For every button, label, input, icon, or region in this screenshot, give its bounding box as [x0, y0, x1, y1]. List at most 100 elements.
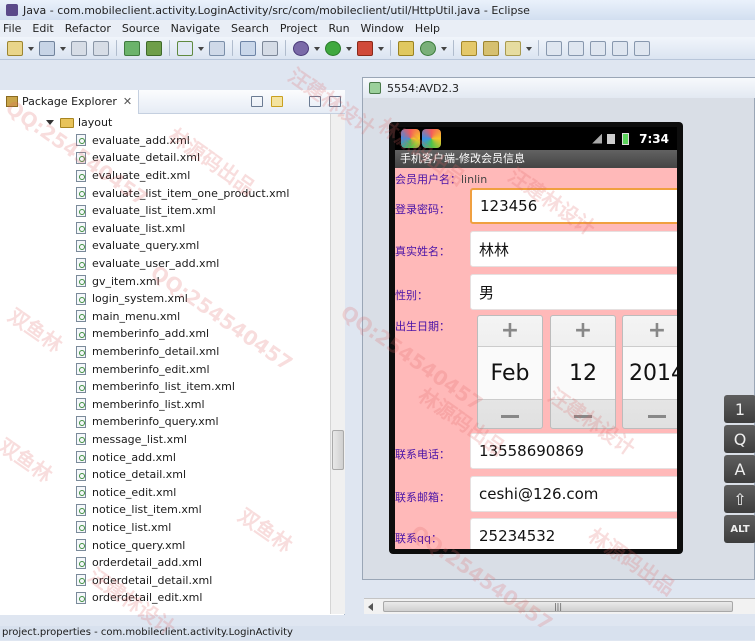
minimize-icon[interactable] — [309, 96, 321, 107]
menu-file[interactable]: File — [0, 22, 26, 35]
close-icon[interactable]: ✕ — [123, 95, 132, 108]
tree-file-item[interactable]: notice_list_item.xml — [0, 501, 330, 519]
menu-run[interactable]: Run — [323, 22, 354, 35]
download-icon[interactable] — [124, 40, 140, 56]
format-icon[interactable] — [209, 40, 225, 56]
increment-icon[interactable]: + — [551, 316, 615, 344]
menu-navigate[interactable]: Navigate — [166, 22, 225, 35]
save-icon[interactable] — [39, 40, 55, 56]
tree-file-item[interactable]: evaluate_edit.xml — [0, 167, 330, 185]
new-package-icon[interactable] — [398, 40, 414, 56]
tree-file-item[interactable]: evaluate_query.xml — [0, 237, 330, 255]
tree-file-item[interactable]: evaluate_list.xml — [0, 220, 330, 238]
chevron-down-icon[interactable] — [526, 41, 532, 56]
gender-input[interactable]: 男 — [470, 274, 677, 310]
collapse-all-icon[interactable] — [251, 96, 263, 107]
menu-refactor[interactable]: Refactor — [60, 22, 116, 35]
expand-arrow-icon[interactable] — [46, 120, 54, 126]
menu-project[interactable]: Project — [275, 22, 323, 35]
open-folder-icon[interactable] — [461, 40, 477, 56]
key-alt[interactable]: ALT — [724, 515, 755, 543]
month-picker[interactable]: + Feb — [477, 315, 543, 429]
menu-edit[interactable]: Edit — [27, 22, 58, 35]
chevron-down-icon[interactable] — [378, 41, 384, 56]
key-q[interactable]: Q — [724, 425, 755, 453]
print-icon[interactable] — [71, 40, 87, 56]
tree-file-item[interactable]: evaluate_list_item.xml — [0, 202, 330, 220]
tree-file-item[interactable]: orderdetail_detail.xml — [0, 571, 330, 589]
phone-input[interactable]: 13558690869 — [470, 433, 677, 469]
tree-file-item[interactable]: orderdetail_add.xml — [0, 554, 330, 572]
tree-file-item[interactable]: evaluate_detail.xml — [0, 149, 330, 167]
open-type-icon[interactable] — [240, 40, 256, 56]
tree-file-item[interactable]: login_system.xml — [0, 290, 330, 308]
menu-search[interactable]: Search — [226, 22, 274, 35]
year-picker[interactable]: + 2014 — [622, 315, 677, 429]
run-icon[interactable] — [325, 40, 341, 56]
tree-file-item[interactable]: notice_query.xml — [0, 536, 330, 554]
scrollbar-thumb[interactable]: ||| — [383, 601, 733, 612]
tree-file-item[interactable]: memberinfo_add.xml — [0, 325, 330, 343]
increment-icon[interactable]: + — [623, 316, 677, 344]
chevron-down-icon[interactable] — [291, 96, 301, 107]
decrement-icon[interactable] — [623, 402, 677, 430]
chevron-down-icon[interactable] — [441, 41, 447, 56]
next-annotation-icon[interactable] — [568, 40, 584, 56]
new-class-icon[interactable] — [420, 40, 436, 56]
decrement-icon[interactable] — [478, 402, 542, 430]
tree-file-item[interactable]: notice_detail.xml — [0, 466, 330, 484]
tree-file-item[interactable]: main_menu.xml — [0, 308, 330, 326]
tree-vertical-scrollbar[interactable] — [330, 114, 345, 614]
chevron-down-icon[interactable] — [198, 41, 204, 56]
increment-icon[interactable]: + — [478, 316, 542, 344]
back-icon[interactable] — [612, 40, 628, 56]
scroll-left-icon[interactable] — [368, 603, 373, 611]
chevron-down-icon[interactable] — [314, 41, 320, 56]
project-icon[interactable] — [483, 40, 499, 56]
copy-icon[interactable] — [93, 40, 109, 56]
tree-file-item[interactable]: memberinfo_list_item.xml — [0, 378, 330, 396]
chevron-down-icon[interactable] — [28, 41, 34, 56]
package-explorer-tab[interactable]: Package Explorer ✕ — [0, 89, 140, 114]
open-resource-icon[interactable] — [262, 40, 278, 56]
tree-file-item[interactable]: memberinfo_list.xml — [0, 396, 330, 414]
tree-file-item[interactable]: evaluate_list_item_one_product.xml — [0, 184, 330, 202]
key-1[interactable]: 1 — [724, 395, 755, 423]
menu-help[interactable]: Help — [410, 22, 445, 35]
tree-file-item[interactable]: gv_item.xml — [0, 272, 330, 290]
tree-file-item[interactable]: memberinfo_edit.xml — [0, 360, 330, 378]
tree-file-item[interactable]: evaluate_add.xml — [0, 132, 330, 150]
tree-file-item[interactable]: notice_add.xml — [0, 448, 330, 466]
key-shift[interactable]: ⇧ — [724, 485, 755, 513]
tree-file-item[interactable]: memberinfo_detail.xml — [0, 343, 330, 361]
pencil-icon[interactable] — [505, 40, 521, 56]
menu-source[interactable]: Source — [117, 22, 165, 35]
tree-file-item[interactable]: evaluate_user_add.xml — [0, 255, 330, 273]
android-sdk-icon[interactable] — [146, 40, 162, 56]
prev-annotation-icon[interactable] — [590, 40, 606, 56]
debug-icon[interactable] — [293, 40, 309, 56]
tree-file-item[interactable]: notice_edit.xml — [0, 483, 330, 501]
menu-window[interactable]: Window — [356, 22, 409, 35]
qq-input[interactable]: 25234532 — [470, 518, 677, 549]
tree-file-item[interactable]: memberinfo_query.xml — [0, 413, 330, 431]
decrement-icon[interactable] — [551, 402, 615, 430]
tree-file-item[interactable]: orderdetail_edit.xml — [0, 589, 330, 607]
maximize-icon[interactable] — [329, 96, 341, 107]
day-picker[interactable]: + 12 — [550, 315, 616, 429]
tree-folder-layout[interactable]: layout — [0, 114, 330, 132]
scrollbar-thumb[interactable] — [332, 430, 344, 470]
external-tools-icon[interactable] — [357, 40, 373, 56]
chevron-down-icon[interactable] — [60, 41, 66, 56]
forward-icon[interactable] — [634, 40, 650, 56]
email-input[interactable]: ceshi@126.com — [470, 476, 677, 512]
chevron-down-icon[interactable] — [346, 41, 352, 56]
editor-horizontal-scrollbar[interactable]: ||| — [364, 598, 755, 614]
new-icon[interactable] — [7, 40, 23, 56]
key-a[interactable]: A — [724, 455, 755, 483]
tree-file-item[interactable]: notice_list.xml — [0, 519, 330, 537]
tree-file-item[interactable]: message_list.xml — [0, 431, 330, 449]
checkbox-icon[interactable] — [177, 40, 193, 56]
link-editor-icon[interactable] — [271, 96, 283, 107]
password-input[interactable]: 123456 — [470, 188, 677, 224]
